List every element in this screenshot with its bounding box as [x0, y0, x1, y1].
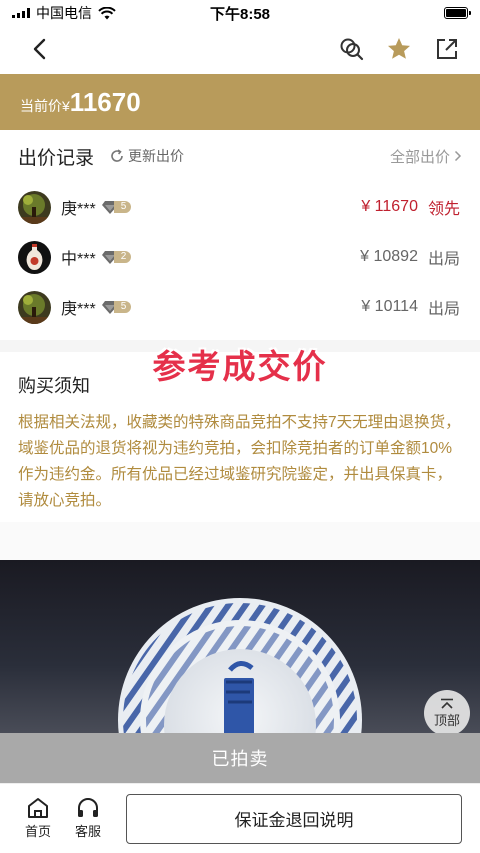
bid-amount: ¥ 10892 [360, 248, 418, 265]
back-button[interactable] [26, 36, 52, 62]
bid-status: 领先 [427, 201, 460, 218]
level-number: 2 [113, 251, 132, 263]
bid-records-title: 出价记录 [18, 147, 95, 169]
notice-text: 根据相关法规，收藏类的特殊商品竞拍不支持7天无理由退换货，域鉴优品的退货将视为违… [18, 414, 461, 509]
signal-icon [12, 8, 30, 18]
bid-amount-group: ¥ 10892 出局 [360, 245, 460, 269]
refresh-icon [111, 149, 123, 162]
chevron-right-icon [454, 150, 462, 162]
bid-records: 出价记录 更新出价 全部出价 庚*** 5 ¥ 11670 领先 中*** 2 … [0, 130, 480, 332]
tab-customer-service[interactable]: 客服 [68, 797, 108, 840]
bid-amount: ¥ 10114 [361, 298, 418, 315]
star-icon [388, 38, 410, 59]
favorite-button[interactable] [386, 36, 412, 62]
home-icon [28, 798, 48, 818]
level-badge: 5 [101, 200, 132, 214]
back-to-top-button[interactable]: 顶部 [424, 690, 470, 736]
nav-actions [338, 36, 460, 62]
product-image[interactable] [0, 560, 480, 735]
bid-amount-group: ¥ 10114 出局 [361, 295, 460, 319]
bid-records-header: 出价记录 更新出价 全部出价 [0, 130, 480, 182]
all-bids-link[interactable]: 全部出价 [390, 146, 462, 167]
tab-home-label: 首页 [24, 824, 51, 839]
back-to-top-label: 顶部 [433, 712, 460, 728]
back-arrow-icon [33, 38, 46, 60]
auction-sold-bar: 已拍卖 [0, 733, 480, 783]
level-badge: 2 [101, 250, 132, 264]
carrier-name: 中国电信 [36, 5, 92, 21]
level-number: 5 [113, 201, 132, 213]
search-similar-icon [340, 38, 364, 61]
tab-home[interactable]: 首页 [18, 797, 58, 840]
avatar [18, 240, 51, 274]
share-button[interactable] [434, 36, 460, 62]
bidder-name: 庚*** [61, 301, 96, 318]
bid-status: 出局 [427, 251, 460, 268]
current-price-banner: 当前价¥ 11670 [0, 74, 480, 130]
section-divider [0, 522, 480, 560]
all-bids-label: 全部出价 [389, 148, 450, 166]
deposit-refund-info-button[interactable]: 保证金退回说明 [126, 793, 462, 844]
refresh-bids-button[interactable]: 更新出价 [110, 146, 184, 166]
avatar [18, 290, 51, 324]
bottom-bar: 首页 客服 保证金退回说明 [0, 783, 480, 853]
search-similar-button[interactable] [338, 36, 364, 62]
bidder-name: 中*** [61, 251, 96, 268]
porcelain-plate-image [118, 598, 362, 735]
tab-customer-service-label: 客服 [74, 824, 101, 839]
status-left: 中国电信 [12, 3, 116, 23]
share-icon [437, 39, 457, 59]
bid-row: 庚*** 5 ¥ 10114 出局 [0, 282, 480, 332]
headphones-icon [78, 798, 98, 817]
bid-header-left: 出价记录 更新出价 [18, 143, 184, 170]
current-price-value: 11670 [69, 86, 141, 117]
bidder-name: 庚*** [61, 201, 96, 218]
level-badge: 5 [101, 300, 132, 314]
nav-bar [0, 26, 480, 72]
bid-row: 中*** 2 ¥ 10892 出局 [0, 232, 480, 282]
bid-row: 庚*** 5 ¥ 11670 领先 [0, 182, 480, 232]
status-bar: 中国电信 下午8:58 [0, 0, 480, 26]
reference-price-watermark: 参考成交价 [152, 348, 328, 385]
level-number: 5 [113, 301, 132, 313]
battery-icon [444, 7, 471, 19]
bid-amount: ¥ 11670 [361, 198, 418, 215]
refresh-bids-label: 更新出价 [128, 148, 185, 164]
wifi-icon [98, 6, 116, 19]
bid-amount-group: ¥ 11670 领先 [361, 195, 460, 219]
bid-status: 出局 [427, 301, 460, 318]
arrow-up-icon [441, 698, 453, 709]
avatar [18, 190, 51, 224]
current-price-label: 当前价¥ [20, 98, 70, 114]
